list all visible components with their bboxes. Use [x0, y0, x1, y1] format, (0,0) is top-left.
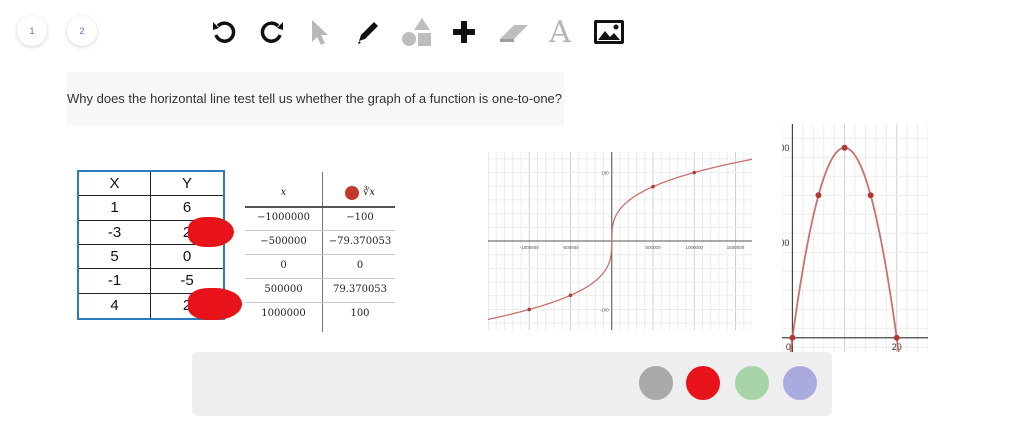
- table-header-x: x: [280, 187, 287, 198]
- data-point: [568, 293, 573, 298]
- data-point: [815, 192, 822, 199]
- table-row: −1000000 −100: [245, 206, 395, 231]
- data-point: [789, 334, 796, 341]
- y-tick-label: 100: [782, 238, 789, 248]
- text-tool-label: A: [549, 14, 571, 50]
- table-row: −500000 −79.370053: [245, 230, 395, 255]
- table-cell: -3: [79, 220, 151, 245]
- undo-icon[interactable]: [206, 14, 242, 50]
- data-point: [893, 334, 900, 341]
- text-icon[interactable]: A: [542, 14, 578, 50]
- data-point: [692, 170, 697, 175]
- shapes-icon[interactable]: [398, 14, 434, 50]
- table-cell: 5: [79, 245, 151, 270]
- table-cell: -1: [79, 269, 151, 294]
- x-tick-label: -500000: [562, 245, 579, 250]
- table-row: 00: [245, 254, 395, 279]
- table-cell: 1: [79, 196, 151, 221]
- eraser-icon[interactable]: [496, 14, 532, 50]
- cube-root-graph: -1000000 -500000 500000 1000000 1500000 100 -1…: [488, 152, 752, 330]
- y-tick-label: 100: [601, 171, 609, 176]
- annotation-mark: [188, 288, 242, 320]
- page-1-button[interactable]: 1: [17, 16, 47, 46]
- table-row: 1000000 100: [261, 308, 370, 319]
- x-tick-label: -1000000: [520, 245, 540, 250]
- color-green-swatch[interactable]: [735, 366, 769, 400]
- image-icon[interactable]: [591, 14, 627, 50]
- color-purple-swatch[interactable]: [783, 366, 817, 400]
- x-tick-label: 1000000: [685, 245, 703, 250]
- table-header-y: Y: [151, 172, 223, 197]
- pen-icon[interactable]: [350, 14, 386, 50]
- cube-root-table: x ∛x −1000000 −100 −500000 −79.370053 00 5…: [245, 172, 397, 332]
- pointer-icon[interactable]: [301, 14, 337, 50]
- data-point: [841, 144, 848, 151]
- color-gray-swatch[interactable]: [639, 366, 673, 400]
- parabola-graph: 020200100: [782, 124, 928, 352]
- data-point: [527, 307, 532, 312]
- table-header-x: X: [79, 172, 151, 197]
- x-tick-label: 500000: [645, 245, 661, 250]
- table-header-fx: ∛x: [323, 180, 397, 204]
- annotation-mark: [188, 217, 234, 247]
- desmos-logo-icon: [344, 186, 359, 200]
- data-point: [867, 192, 874, 199]
- redo-icon[interactable]: [254, 14, 290, 50]
- plus-icon[interactable]: [446, 14, 482, 50]
- y-tick-label: 200: [782, 143, 789, 153]
- question-text: Why does the horizontal line test tell u…: [67, 72, 564, 126]
- data-point: [651, 184, 655, 189]
- table-row: 500000 79.370053: [245, 278, 395, 303]
- y-tick-label: -100: [600, 307, 610, 312]
- color-red-swatch[interactable]: [686, 366, 720, 400]
- x-tick-label: 1500000: [727, 245, 745, 250]
- page-2-button[interactable]: 2: [67, 16, 97, 46]
- table-cell: 0: [151, 245, 223, 270]
- table-cell: 4: [79, 293, 151, 318]
